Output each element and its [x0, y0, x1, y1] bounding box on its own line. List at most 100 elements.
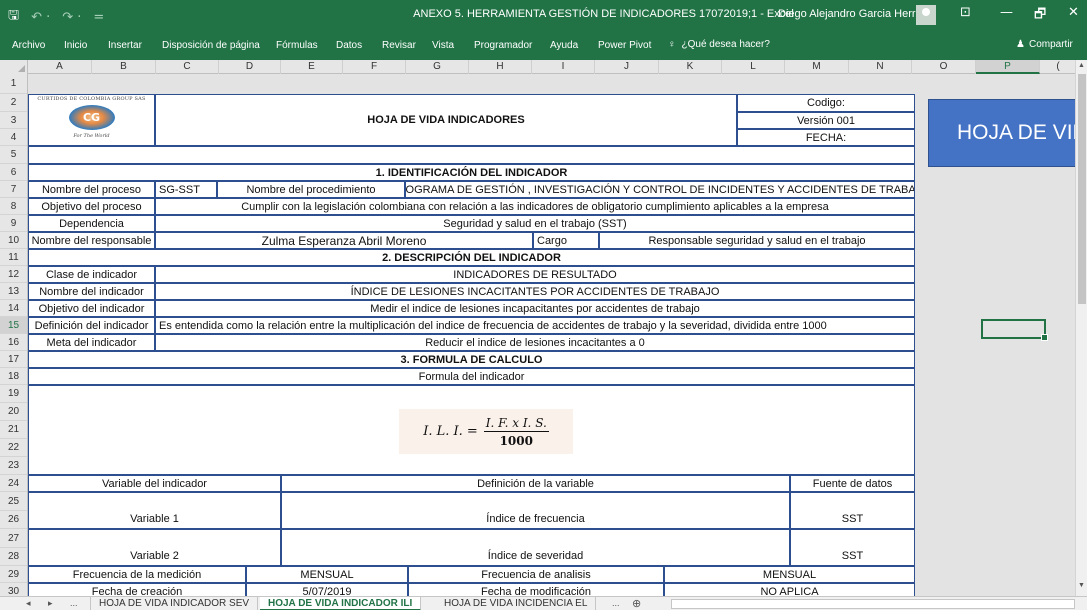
active-cell[interactable]	[981, 319, 1048, 341]
avatar[interactable]	[916, 5, 936, 25]
ribbon-display-icon[interactable]: ⊡	[960, 5, 971, 20]
row-header[interactable]: 20	[0, 403, 27, 421]
variable-2-source[interactable]: SST	[790, 529, 915, 566]
column-header[interactable]: M	[785, 60, 849, 74]
column-header[interactable]: N	[849, 60, 912, 74]
tab-insertar[interactable]: Insertar	[108, 40, 142, 51]
tell-me-box[interactable]: ♀ ¿Qué desea hacer?	[668, 39, 770, 50]
user-name[interactable]: Diego Alejandro Garcia Herrera	[778, 8, 931, 20]
column-header[interactable]: K	[659, 60, 722, 74]
tab-disposicion[interactable]: Disposición de página	[162, 40, 260, 51]
frecuencia-analisis-value[interactable]: MENSUAL	[664, 566, 915, 583]
row-header[interactable]: 8	[0, 198, 27, 215]
fecha-creacion-value[interactable]: 5/07/2019	[246, 583, 408, 596]
frecuencia-medicion-value[interactable]: MENSUAL	[246, 566, 408, 583]
row-header[interactable]: 25	[0, 492, 27, 511]
row-header[interactable]: 6	[0, 164, 27, 181]
tab-programador[interactable]: Programador	[474, 40, 532, 51]
tab-power-pivot[interactable]: Power Pivot	[598, 40, 651, 51]
column-header[interactable]: D	[219, 60, 281, 74]
column-header[interactable]: G	[406, 60, 469, 74]
sheet-tab[interactable]: HOJA DE VIDA INCIDENCIA EL	[436, 597, 597, 610]
row-header[interactable]: 23	[0, 457, 27, 475]
row-header[interactable]: 16	[0, 334, 27, 351]
nombre-proceso-value[interactable]: SG-SST	[155, 181, 217, 198]
sheet-tab-active[interactable]: HOJA DE VIDA INDICADOR ILI	[260, 597, 422, 610]
clase-value[interactable]: INDICADORES DE RESULTADO	[155, 266, 915, 283]
row-header[interactable]: 30	[0, 583, 27, 596]
redo-icon[interactable]: ↷ ·	[62, 10, 81, 25]
fecha-modificacion-value[interactable]: NO APLICA	[664, 583, 915, 596]
row-header[interactable]: 22	[0, 439, 27, 457]
definicion-value[interactable]: Es entendida como la relación entre la m…	[155, 317, 915, 334]
tab-ayuda[interactable]: Ayuda	[550, 40, 578, 51]
tab-vista[interactable]: Vista	[432, 40, 454, 51]
nombre-indicador-value[interactable]: ÍNDICE DE LESIONES INCACITANTES POR ACCI…	[155, 283, 915, 300]
scroll-thumb[interactable]	[1078, 74, 1086, 304]
vertical-scrollbar[interactable]: ▲ ▼	[1075, 60, 1087, 596]
meta-value[interactable]: Reducir el indice de lesiones incacitant…	[155, 334, 915, 351]
objetivo-proceso-value[interactable]: Cumplir con la legislación colombiana co…	[155, 198, 915, 215]
row-header[interactable]: 9	[0, 215, 27, 232]
scroll-up-icon[interactable]: ▲	[1076, 62, 1087, 69]
row-header[interactable]: 12	[0, 266, 27, 283]
undo-icon[interactable]: ↶ ·	[31, 10, 50, 25]
restore-button[interactable]: 🗗	[1034, 5, 1046, 27]
nombre-procedimiento-value[interactable]: PROGRAMA DE GESTIÓN , INVESTIGACIÓN Y CO…	[405, 181, 915, 198]
sheet-tab[interactable]: HOJA DE VIDA INDICADOR SEV	[90, 597, 259, 610]
more-sheets-right[interactable]: ...	[612, 598, 620, 608]
row-header[interactable]: 19	[0, 385, 27, 403]
variable-2[interactable]: Variable 2	[28, 529, 281, 566]
row-header[interactable]: 1	[0, 74, 27, 94]
row-header[interactable]: 17	[0, 351, 27, 368]
row-header[interactable]: 28	[0, 548, 27, 566]
row-header[interactable]: 27	[0, 529, 27, 548]
column-header[interactable]: P	[976, 60, 1040, 74]
row-header[interactable]: 5	[0, 146, 27, 164]
column-header[interactable]: C	[156, 60, 219, 74]
row-header[interactable]: 2	[0, 94, 27, 112]
responsable-value[interactable]: Zulma Esperanza Abril Moreno	[155, 232, 533, 249]
variable-2-definition[interactable]: Índice de severidad	[281, 529, 790, 566]
select-all-button[interactable]	[0, 60, 28, 74]
row-header[interactable]: 15	[0, 317, 27, 334]
title-shape[interactable]: HOJA DE VID	[928, 99, 1075, 167]
variable-1-source[interactable]: SST	[790, 492, 915, 529]
column-header[interactable]: B	[92, 60, 156, 74]
row-header[interactable]: 4	[0, 129, 27, 146]
column-header[interactable]: F	[343, 60, 406, 74]
row-header[interactable]: 13	[0, 283, 27, 300]
formula-image[interactable]: I. L. I. = I. F. x I. S. 1000	[399, 409, 573, 454]
close-button[interactable]: ✕	[1068, 5, 1079, 20]
row-header[interactable]: 11	[0, 249, 27, 266]
tab-formulas[interactable]: Fórmulas	[276, 40, 318, 51]
column-header[interactable]: A	[28, 60, 92, 74]
column-header[interactable]: L	[722, 60, 785, 74]
horizontal-scrollbar[interactable]	[671, 599, 1075, 609]
add-sheet-icon[interactable]: ⊕	[632, 597, 641, 610]
objetivo-indicador-value[interactable]: Medir el indice de lesiones incapacitant…	[155, 300, 915, 317]
more-sheets-left[interactable]: ...	[70, 598, 78, 608]
column-header[interactable]: (	[1040, 60, 1077, 74]
dependencia-value[interactable]: Seguridad y salud en el trabajo (SST)	[155, 215, 915, 232]
row-header[interactable]: 14	[0, 300, 27, 317]
row-header[interactable]: 24	[0, 475, 27, 492]
tab-datos[interactable]: Datos	[336, 40, 362, 51]
column-header[interactable]: E	[281, 60, 343, 74]
tab-revisar[interactable]: Revisar	[382, 40, 416, 51]
save-icon[interactable]: 🖫	[8, 6, 19, 28]
worksheet-grid[interactable]: CURTIDOS DE COLOMBIA GROUP SAS CG For Th…	[28, 74, 1075, 596]
tab-archivo[interactable]: Archivo	[12, 40, 45, 51]
column-header[interactable]: H	[469, 60, 532, 74]
column-header[interactable]: J	[595, 60, 659, 74]
row-header[interactable]: 29	[0, 566, 27, 583]
row-header[interactable]: 7	[0, 181, 27, 198]
row-header[interactable]: 18	[0, 368, 27, 385]
row-header[interactable]: 26	[0, 511, 27, 529]
scroll-down-icon[interactable]: ▼	[1076, 582, 1087, 589]
tab-inicio[interactable]: Inicio	[64, 40, 87, 51]
variable-1-definition[interactable]: Índice de frecuencia	[281, 492, 790, 529]
column-header[interactable]: O	[912, 60, 976, 74]
row-header[interactable]: 10	[0, 232, 27, 249]
next-sheet-icon[interactable]: ▸	[48, 598, 53, 609]
